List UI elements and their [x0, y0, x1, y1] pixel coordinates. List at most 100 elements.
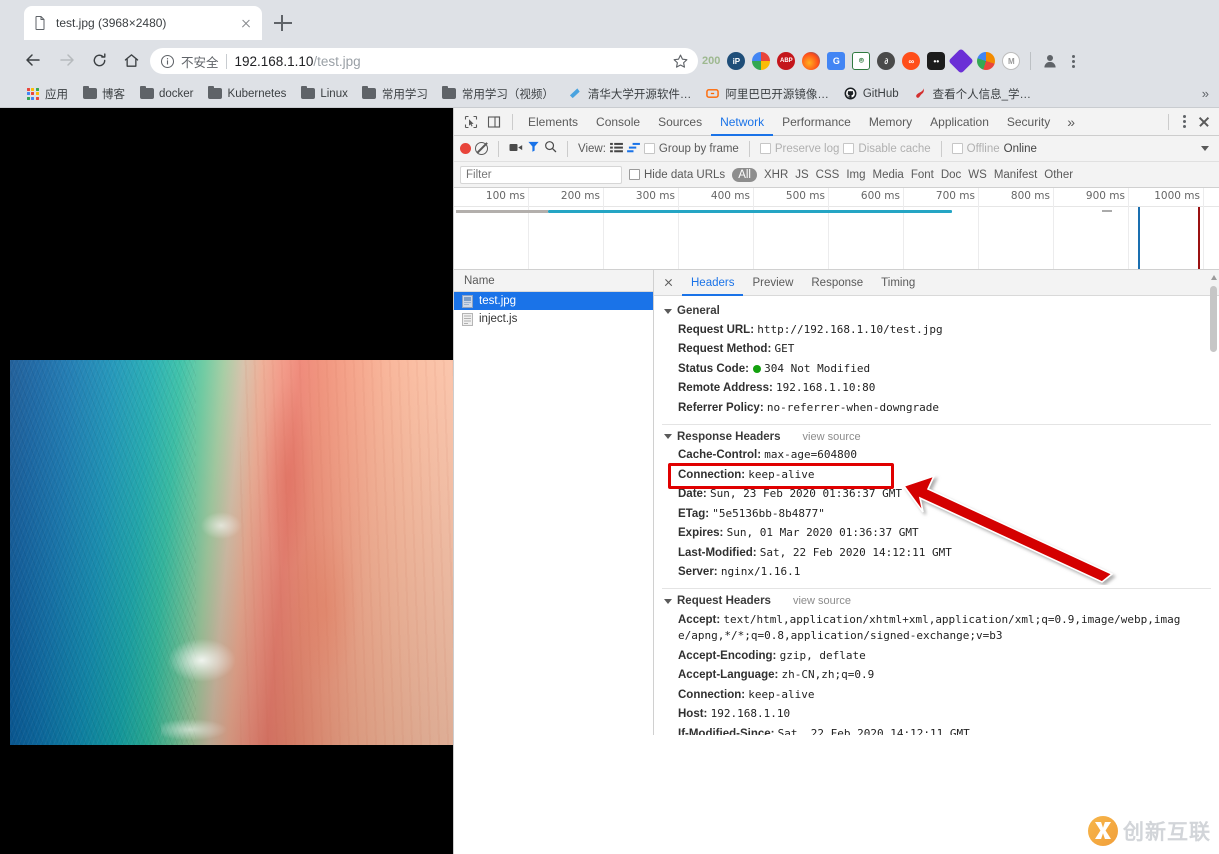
- section-response-headers-header[interactable]: Response Headers view source: [654, 428, 1219, 446]
- filter-type-css[interactable]: CSS: [816, 169, 840, 181]
- filter-type-media[interactable]: Media: [873, 169, 904, 181]
- tab-close-icon[interactable]: [238, 15, 254, 31]
- close-devtools-icon[interactable]: [1193, 111, 1215, 133]
- tab-security[interactable]: Security: [998, 108, 1059, 136]
- more-panels-button[interactable]: »: [1059, 114, 1083, 130]
- tab-console[interactable]: Console: [587, 108, 649, 136]
- chrome-color-extension-icon[interactable]: [752, 52, 771, 70]
- scroll-up-arrow-icon[interactable]: [1210, 275, 1217, 280]
- back-button[interactable]: [20, 47, 46, 73]
- bookmark-star-icon[interactable]: [672, 53, 689, 70]
- home-button[interactable]: [118, 47, 144, 73]
- filter-type-all[interactable]: All: [732, 167, 757, 182]
- grammar-extension-icon[interactable]: ⌾: [852, 52, 871, 70]
- m-extension-icon[interactable]: M: [1002, 52, 1021, 70]
- detail-scrollbar[interactable]: [1209, 272, 1218, 732]
- filter-type-js[interactable]: JS: [795, 169, 808, 181]
- bookmark-github[interactable]: GitHub: [836, 83, 906, 105]
- bookmark-linux[interactable]: Linux: [293, 83, 355, 105]
- collapse-arrow-icon[interactable]: [664, 308, 672, 314]
- disable-cache-checkbox[interactable]: Disable cache: [843, 143, 931, 155]
- view-source-link[interactable]: view source: [793, 595, 851, 607]
- request-row-inject-js[interactable]: inject.js: [454, 310, 653, 328]
- checkbox-box[interactable]: [643, 143, 655, 154]
- checkbox-box[interactable]: [629, 169, 640, 180]
- throttling-value[interactable]: Online: [1004, 143, 1037, 155]
- collapse-arrow-icon[interactable]: [664, 434, 672, 439]
- collapse-arrow-icon[interactable]: [664, 598, 672, 604]
- filter-type-manifest[interactable]: Manifest: [994, 169, 1037, 181]
- list-view-icon[interactable]: [610, 140, 623, 158]
- new-tab-button[interactable]: [272, 12, 294, 34]
- scrollbar-thumb[interactable]: [1210, 286, 1217, 352]
- throttling-caret-down-icon[interactable]: [1201, 146, 1209, 151]
- filter-type-doc[interactable]: Doc: [941, 169, 961, 181]
- forward-button[interactable]: [54, 47, 80, 73]
- kebab-menu-icon[interactable]: [1066, 52, 1080, 70]
- filter-type-img[interactable]: Img: [846, 169, 865, 181]
- checkbox-box[interactable]: [759, 143, 771, 154]
- filter-funnel-icon[interactable]: [527, 140, 540, 158]
- eyes-extension-icon[interactable]: ∞: [902, 52, 921, 70]
- detail-tab-headers[interactable]: Headers: [682, 270, 744, 296]
- preserve-log-checkbox[interactable]: Preserve log: [759, 143, 839, 155]
- section-request-headers-header[interactable]: Request Headers view source: [654, 592, 1219, 610]
- checkbox-box[interactable]: [843, 143, 855, 154]
- request-row-test-jpg[interactable]: test.jpg: [454, 292, 653, 310]
- detail-tab-response[interactable]: Response: [802, 270, 872, 296]
- browser-tab[interactable]: test.jpg (3968×2480): [24, 6, 262, 40]
- google-translate-icon[interactable]: G: [827, 52, 846, 70]
- tab-elements[interactable]: Elements: [519, 108, 587, 136]
- view-source-link[interactable]: view source: [803, 431, 861, 443]
- bookmarks-overflow-button[interactable]: »: [1202, 86, 1209, 101]
- bookmark-aliyun[interactable]: 阿里巴巴开源镜像…: [698, 83, 836, 105]
- bookmark-kubernetes[interactable]: Kubernetes: [201, 83, 294, 105]
- hide-data-urls-checkbox[interactable]: Hide data URLs: [629, 169, 725, 181]
- tab-memory[interactable]: Memory: [860, 108, 921, 136]
- group-by-frame-checkbox[interactable]: Group by frame: [643, 143, 739, 155]
- reload-button[interactable]: [86, 47, 112, 73]
- detail-tab-timing[interactable]: Timing: [872, 270, 924, 296]
- filter-type-other[interactable]: Other: [1044, 169, 1073, 181]
- tab-sources[interactable]: Sources: [649, 108, 711, 136]
- firefox-like-extension-icon[interactable]: [802, 52, 821, 70]
- device-toolbar-icon[interactable]: [483, 111, 505, 133]
- info-circle-icon[interactable]: [160, 54, 175, 69]
- inspect-element-icon[interactable]: [460, 111, 482, 133]
- panda-extension-icon[interactable]: ••: [927, 52, 946, 70]
- bookmark-apps[interactable]: 应用: [18, 83, 75, 105]
- tab-performance[interactable]: Performance: [773, 108, 860, 136]
- section-general-header[interactable]: General: [654, 302, 1219, 320]
- record-stop-icon[interactable]: [460, 143, 471, 154]
- bookmark-tuna[interactable]: 清华大学开源软件…: [561, 83, 699, 105]
- tab-application[interactable]: Application: [921, 108, 998, 136]
- filter-type-ws[interactable]: WS: [968, 169, 987, 181]
- bookmark-docker[interactable]: docker: [132, 83, 201, 105]
- offline-checkbox[interactable]: Offline: [951, 143, 1000, 155]
- adblock-plus-icon[interactable]: ABP: [777, 52, 796, 70]
- filter-input[interactable]: [460, 165, 622, 184]
- close-detail-icon[interactable]: [660, 275, 676, 291]
- bookmark-study-video[interactable]: 常用学习（视频）: [435, 83, 561, 105]
- capture-screenshots-icon[interactable]: [509, 140, 523, 158]
- filter-type-xhr[interactable]: XHR: [764, 169, 788, 181]
- address-bar[interactable]: 不安全 192.168.1.10 /test.jpg: [150, 48, 698, 74]
- link-extension-icon[interactable]: ∂: [877, 52, 896, 70]
- bookmark-study[interactable]: 常用学习: [355, 83, 435, 105]
- devtools-settings-kebab-icon[interactable]: [1177, 114, 1191, 130]
- network-overview-timeline[interactable]: 100 ms 200 ms 300 ms 400 ms 500 ms 600 m…: [454, 188, 1219, 270]
- bookmark-blog[interactable]: 博客: [75, 83, 132, 105]
- extension-badge-count[interactable]: 200: [702, 55, 720, 67]
- waterfall-view-icon[interactable]: [627, 140, 640, 158]
- filter-type-font[interactable]: Font: [911, 169, 934, 181]
- avatar-icon[interactable]: [1041, 52, 1059, 70]
- ip-extension-icon[interactable]: iP: [727, 52, 746, 70]
- tab-network[interactable]: Network: [711, 108, 774, 136]
- detail-tab-preview[interactable]: Preview: [743, 270, 802, 296]
- checkbox-box[interactable]: [951, 143, 963, 154]
- color-wheel-extension-icon[interactable]: [977, 52, 996, 70]
- bookmark-personal-info[interactable]: 查看个人信息_学…: [906, 83, 1038, 105]
- search-icon[interactable]: [544, 140, 557, 158]
- diamond-extension-icon[interactable]: [948, 48, 975, 74]
- clear-icon[interactable]: [475, 142, 488, 155]
